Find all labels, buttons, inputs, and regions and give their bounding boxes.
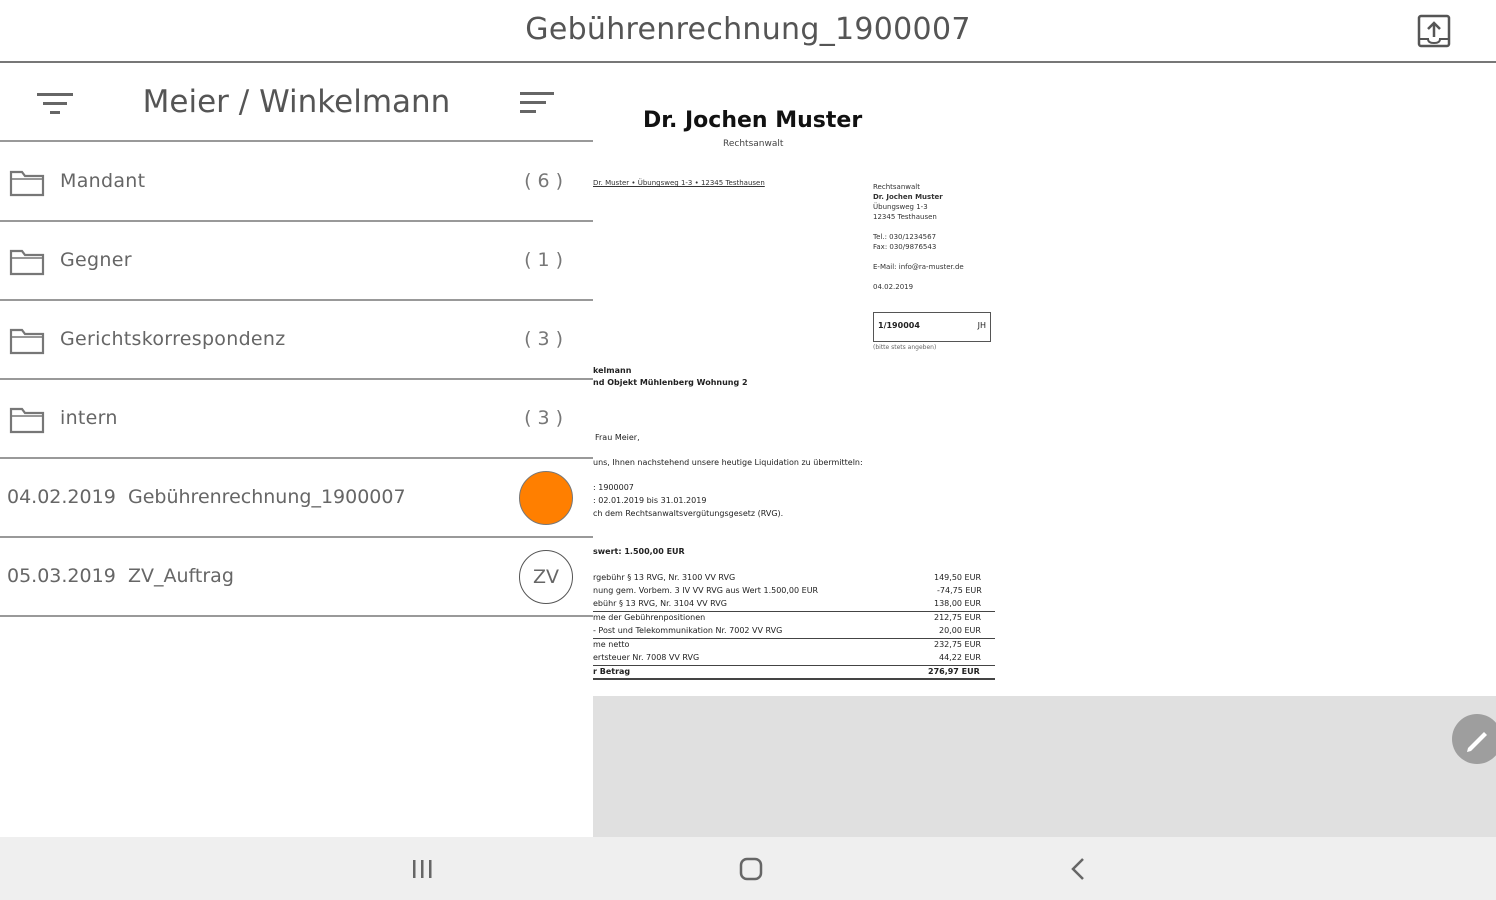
folder-icon xyxy=(9,407,45,434)
sort-icon[interactable] xyxy=(518,90,556,118)
fee-item: ertsteuer Nr. 7008 VV RVG xyxy=(593,653,700,662)
folder-row-intern[interactable]: intern (3) xyxy=(0,380,593,459)
folder-row-gegner[interactable]: Gegner (1) xyxy=(0,222,593,301)
status-badge[interactable] xyxy=(519,471,573,525)
folder-icon xyxy=(9,328,45,355)
file-list-pane: Meier / Winkelmann Mandant (6) Gegner (1… xyxy=(0,64,593,837)
fee-item: rgebühr § 13 RVG, Nr. 3100 VV RVG xyxy=(593,573,736,582)
preview-background xyxy=(593,696,1496,837)
folder-label: Mandant xyxy=(60,170,146,192)
edit-button[interactable] xyxy=(1452,714,1496,764)
folder-label: intern xyxy=(60,407,118,429)
fee-item: ebühr § 13 RVG, Nr. 3104 VV RVG xyxy=(593,599,727,608)
fee-total-amount: 276,97 EUR xyxy=(928,667,980,676)
folder-count: (3) xyxy=(524,328,569,350)
subject-line: kelmann xyxy=(593,366,632,375)
document-page: Dr. Jochen Muster Rechtsanwalt Dr. Muste… xyxy=(593,64,1023,696)
folder-count: (1) xyxy=(524,249,569,271)
fee-amount: 44,22 EUR xyxy=(939,653,981,662)
case-title: Meier / Winkelmann xyxy=(142,84,451,120)
fee-amount: -74,75 EUR xyxy=(937,586,982,595)
document-row-zv-auftrag[interactable]: 05.03.2019 ZV_Auftrag ZV xyxy=(0,538,593,617)
folder-icon xyxy=(9,170,45,197)
back-icon[interactable] xyxy=(1059,851,1099,887)
document-date: 05.03.2019 xyxy=(7,565,116,587)
fee-amount: 149,50 EUR xyxy=(934,573,982,582)
subject-line: nd Objekt Mühlenberg Wohnung 2 xyxy=(593,378,748,387)
fee-item: me netto xyxy=(593,640,630,649)
folder-count: (6) xyxy=(524,170,569,192)
letterhead-name: Dr. Jochen Muster xyxy=(643,108,863,133)
recent-apps-icon[interactable] xyxy=(402,851,442,887)
system-navigation-bar xyxy=(0,837,1496,900)
app-bar: Gebührenrechnung_1900007 xyxy=(0,0,1496,63)
fee-amount: 232,75 EUR xyxy=(934,640,982,649)
salutation: Frau Meier, xyxy=(595,433,640,442)
home-icon[interactable] xyxy=(731,851,771,887)
letterhead-role: Rechtsanwalt xyxy=(723,139,784,149)
folder-icon xyxy=(9,249,45,276)
meta-line: : 1900007 xyxy=(593,483,634,492)
meta-line: : 02.01.2019 bis 31.01.2019 xyxy=(593,496,707,505)
document-title: Gebührenrechnung_1900007 xyxy=(525,12,971,47)
pencil-icon xyxy=(1467,732,1487,752)
list-header: Meier / Winkelmann xyxy=(0,64,593,142)
document-row-gebuehrenrechnung[interactable]: 04.02.2019 Gebührenrechnung_1900007 xyxy=(0,459,593,538)
zv-badge[interactable]: ZV xyxy=(519,550,573,604)
folder-row-gerichtskorrespondenz[interactable]: Gerichtskorrespondenz (3) xyxy=(0,301,593,380)
meta-line: ch dem Rechtsanwaltsvergütungsgesetz (RV… xyxy=(593,509,784,518)
value-line: swert: 1.500,00 EUR xyxy=(593,547,685,556)
document-date: 04.02.2019 xyxy=(7,486,116,508)
fee-amount: 20,00 EUR xyxy=(939,626,981,635)
fee-item: me der Gebührenpositionen xyxy=(593,613,706,622)
fee-item: - Post und Telekommunikation Nr. 7002 VV… xyxy=(593,626,783,635)
folder-count: (3) xyxy=(524,407,569,429)
fee-item: nung gem. Vorbem. 3 IV VV RVG aus Wert 1… xyxy=(593,586,819,595)
intro-text: uns, Ihnen nachstehend unsere heutige Li… xyxy=(593,458,863,467)
fee-total-label: r Betrag xyxy=(593,667,631,676)
fee-amount: 212,75 EUR xyxy=(934,613,982,622)
folder-label: Gegner xyxy=(60,249,132,271)
document-name: ZV_Auftrag xyxy=(128,565,234,587)
document-name: Gebührenrechnung_1900007 xyxy=(128,486,406,508)
folder-row-mandant[interactable]: Mandant (6) xyxy=(0,143,593,222)
reference-note: (bitte stets angeben) xyxy=(873,344,937,351)
sender-address: Rechtsanwalt Dr. Jochen Muster Übungsweg… xyxy=(873,183,964,291)
document-preview[interactable]: Dr. Jochen Muster Rechtsanwalt Dr. Muste… xyxy=(593,64,1496,696)
folder-label: Gerichtskorrespondenz xyxy=(60,328,286,350)
export-icon[interactable] xyxy=(1416,13,1452,49)
fee-amount: 138,00 EUR xyxy=(934,599,982,608)
sender-line: Dr. Muster • Übungsweg 1-3 • 12345 Testh… xyxy=(593,179,765,187)
reference-box: 1/190004 JH xyxy=(873,312,991,342)
